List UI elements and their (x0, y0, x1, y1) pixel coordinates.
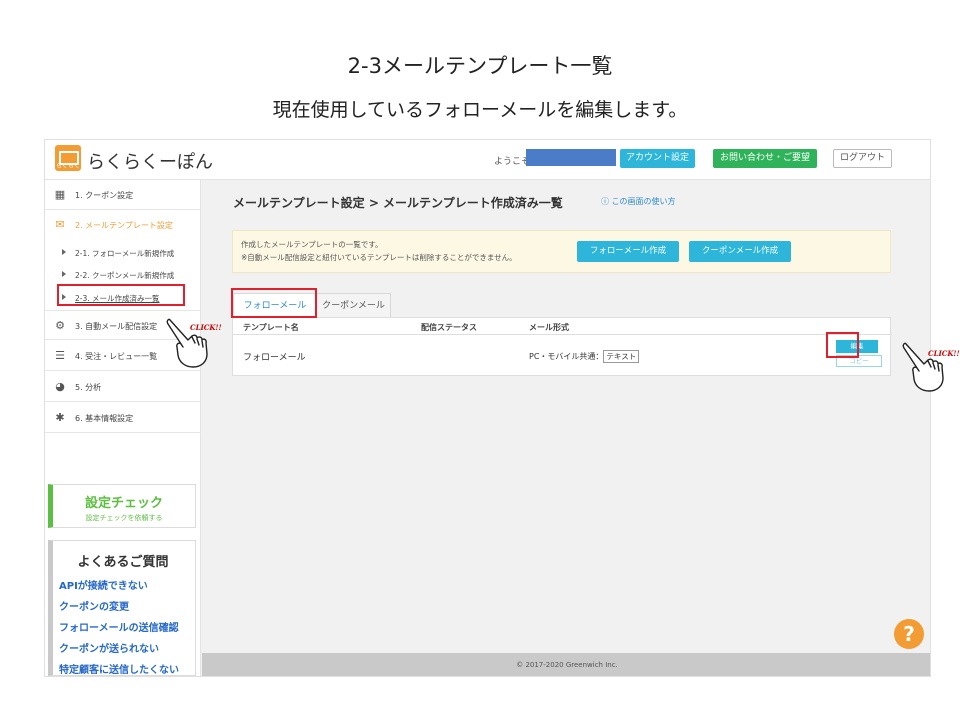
contact-button[interactable]: お問い合わせ・ご要望 (713, 149, 817, 168)
settings-check-box[interactable]: 設定チェック 設定チェックを依頼する (48, 484, 196, 528)
logo-badge-text: らくらく (56, 163, 81, 170)
sidebar-item-analysis[interactable]: ◕ 5. 分析 (45, 372, 201, 402)
column-header-status: 配信ステータス (421, 323, 477, 332)
gear-icon: ✱ (55, 411, 65, 424)
create-follow-mail-button[interactable]: フォローメール作成 (577, 241, 679, 262)
faq-link[interactable]: クーポンの変更 (59, 598, 129, 613)
template-table: テンプレート名 配信ステータス メール形式 フォローメール PC・モバイル共通：… (232, 317, 892, 376)
header-divider (233, 334, 892, 335)
column-header-format: メール形式 (529, 323, 569, 332)
help-link-label: この画面の使い方 (611, 197, 676, 206)
sidebar-item-label: 5. 分析 (75, 383, 102, 392)
pie-chart-icon: ◕ (55, 380, 65, 393)
help-circle-icon: ⓘ (601, 197, 612, 206)
notice-box: 作成したメールテンプレートの一覧です。 ※自動メール配信設定と紐付いているテンプ… (232, 230, 891, 273)
highlight-sidebar-created-list (57, 284, 185, 306)
settings-check-subtitle: 設定チェックを依頼する (85, 514, 163, 522)
faq-title: よくあるご質問 (77, 555, 169, 570)
sidebar-item-label: 2. メールテンプレート設定 (75, 221, 173, 230)
sidebar-item-label: 3. 自動メール配信設定 (75, 322, 158, 331)
sidebar-subitem-follow-new[interactable]: 2-1. フォローメール新規作成 (45, 242, 201, 264)
logo-text[interactable]: らくらくーぽん (87, 148, 213, 174)
slide-title: 2-3メールテンプレート一覧 (347, 54, 613, 78)
sidebar-subitem-label: 2-1. フォローメール新規作成 (75, 249, 175, 258)
row-format-prefix: PC・モバイル共通： (529, 352, 604, 361)
column-header-name: テンプレート名 (243, 323, 299, 332)
highlight-edit-button (826, 332, 859, 358)
faq-link[interactable]: APIが接続できない (59, 577, 148, 592)
footer: © 2017-2020 Greenwich Inc. (202, 653, 930, 676)
format-badge: テキスト (603, 350, 640, 363)
logo-mail-icon: らくらく (55, 145, 81, 171)
coupon-icon: ▦ (54, 188, 66, 201)
notice-line-2: ※自動メール配信設定と紐付いているテンプレートは削除することができません。 (241, 253, 517, 262)
settings-check-title: 設定チェック (84, 496, 163, 511)
logout-button[interactable]: ログアウト (833, 149, 892, 168)
faq-box: よくあるご質問 APIが接続できない クーポンの変更 フォローメールの送信確認 … (48, 540, 196, 676)
app-window: らくらく らくらくーぽん ようこそ. アカウント設定 お問い合わせ・ご要望 ログ… (44, 139, 931, 677)
row-format: PC・モバイル共通： テキスト (529, 350, 640, 363)
pointing-hand-icon (902, 342, 944, 392)
help-link[interactable]: ⓘ この画面の使い方 (601, 196, 676, 207)
auto-mail-icon: ⚙ (55, 319, 65, 332)
sidebar-item-basic-info[interactable]: ✱ 6. 基本情報設定 (45, 403, 201, 433)
triangle-right-icon (62, 249, 66, 255)
help-question-icon[interactable]: ? (894, 619, 924, 649)
row-template-name: フォローメール (243, 353, 306, 363)
pointing-hand-icon (166, 318, 208, 368)
faq-link[interactable]: クーポンが送られない (59, 640, 159, 655)
highlight-follow-tab (231, 288, 317, 318)
notice-line-1: 作成したメールテンプレートの一覧です。 (241, 240, 383, 249)
sidebar-subitem-coupon-new[interactable]: 2-2. クーポンメール新規作成 (45, 264, 201, 286)
faq-link[interactable]: フォローメールの送信確認 (59, 619, 179, 634)
slide-subtitle: 現在使用しているフォローメールを編集します。 (272, 99, 688, 121)
sidebar-subitem-label: 2-2. クーポンメール新規作成 (75, 271, 175, 280)
username-redacted (526, 149, 616, 166)
create-coupon-mail-button[interactable]: クーポンメール作成 (689, 241, 791, 262)
sidebar-item-label: 4. 受注・レビュー一覧 (75, 352, 158, 361)
mail-icon: ✉ (55, 218, 65, 231)
page-title: メールテンプレート設定 > メールテンプレート作成済み一覧 (233, 196, 563, 210)
sidebar: ▦ 1. クーポン設定 ✉ 2. メールテンプレート設定 2-1. フォローメー… (45, 180, 201, 676)
tab-coupon-mail[interactable]: クーポンメール (317, 293, 391, 317)
account-settings-button[interactable]: アカウント設定 (620, 149, 695, 168)
sidebar-item-label: 1. クーポン設定 (75, 191, 134, 200)
sidebar-item-label: 6. 基本情報設定 (75, 414, 134, 423)
sidebar-item-mail-template[interactable]: ✉ 2. メールテンプレート設定 (45, 210, 201, 240)
faq-link[interactable]: 特定顧客に送信したくない (59, 661, 179, 676)
list-icon: ☰ (55, 349, 65, 362)
sidebar-item-coupon[interactable]: ▦ 1. クーポン設定 (45, 180, 201, 210)
triangle-right-icon (62, 271, 66, 277)
app-header: らくらく らくらくーぽん ようこそ. アカウント設定 お問い合わせ・ご要望 ログ… (45, 140, 930, 180)
